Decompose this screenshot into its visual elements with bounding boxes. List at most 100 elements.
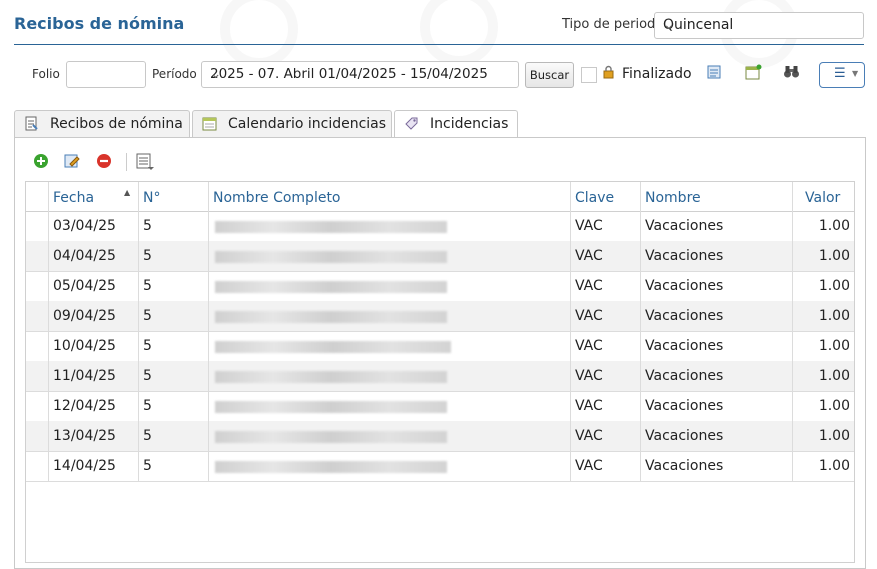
column-header-num[interactable]: N°	[143, 190, 160, 206]
column-header-nombre[interactable]: Nombre	[645, 190, 701, 206]
cell-valor: 1.00	[818, 218, 850, 234]
cell-fecha: 09/04/25	[53, 308, 116, 324]
tab-recibos[interactable]: Recibos de nómina	[14, 110, 190, 137]
list-icon: ☰	[834, 66, 846, 81]
redacted-name	[215, 281, 447, 293]
cell-nombre: Vacaciones	[645, 308, 724, 324]
toolbar-separator	[126, 153, 127, 171]
cell-valor: 1.00	[818, 428, 850, 444]
delete-icon[interactable]	[96, 153, 112, 173]
buscar-button[interactable]: Buscar	[525, 62, 574, 88]
page-title: Recibos de nómina	[14, 14, 185, 33]
redacted-name	[215, 401, 447, 413]
table-row[interactable]: 04/04/25 5 VAC Vacaciones 1.00	[26, 241, 854, 272]
cell-num: 5	[143, 368, 152, 384]
filter-toolbar: Folio Período 2025 - 07. Abril 01/04/202…	[14, 56, 866, 96]
cell-valor: 1.00	[818, 458, 850, 474]
sort-asc-icon: ▲	[124, 188, 131, 197]
cell-fecha: 11/04/25	[53, 368, 116, 384]
binoculars-icon[interactable]	[783, 64, 800, 83]
table-row[interactable]: 13/04/25 5 VAC Vacaciones 1.00	[26, 421, 854, 452]
tab-calendario[interactable]: Calendario incidencias	[192, 110, 392, 137]
cell-nombre: Vacaciones	[645, 368, 724, 384]
cell-fecha: 12/04/25	[53, 398, 116, 414]
columns-menu-icon[interactable]	[136, 153, 154, 175]
cell-valor: 1.00	[818, 368, 850, 384]
cell-nombre: Vacaciones	[645, 218, 724, 234]
grid-header: Fecha ▲ N° Nombre Completo Clave Nombre …	[26, 182, 854, 212]
periodo-select[interactable]: 2025 - 07. Abril 01/04/2025 - 15/04/2025…	[201, 61, 519, 88]
redacted-name	[215, 431, 447, 443]
cell-valor: 1.00	[818, 338, 850, 354]
tab-label: Incidencias	[430, 116, 509, 132]
table-row[interactable]: 11/04/25 5 VAC Vacaciones 1.00	[26, 361, 854, 392]
column-divider	[792, 182, 793, 482]
add-icon[interactable]	[33, 153, 49, 173]
cell-num: 5	[143, 398, 152, 414]
column-divider	[570, 182, 571, 482]
tipo-periodo-select[interactable]: Quincenal ⌄	[654, 12, 864, 39]
column-header-clave[interactable]: Clave	[575, 190, 614, 206]
cell-num: 5	[143, 218, 152, 234]
table-row[interactable]: 03/04/25 5 VAC Vacaciones 1.00	[26, 211, 854, 242]
table-row[interactable]: 05/04/25 5 VAC Vacaciones 1.00	[26, 271, 854, 302]
tab-label: Recibos de nómina	[50, 116, 183, 132]
cell-num: 5	[143, 278, 152, 294]
cell-nombre: Vacaciones	[645, 278, 724, 294]
table-row[interactable]: 14/04/25 5 VAC Vacaciones 1.00	[26, 451, 854, 482]
cell-fecha: 05/04/25	[53, 278, 116, 294]
calendar-add-icon[interactable]	[745, 64, 762, 84]
cell-clave: VAC	[575, 428, 603, 444]
cell-num: 5	[143, 458, 152, 474]
calendar-icon	[202, 116, 217, 135]
redacted-name	[215, 311, 447, 323]
cell-nombre: Vacaciones	[645, 338, 724, 354]
table-row[interactable]: 10/04/25 5 VAC Vacaciones 1.00	[26, 331, 854, 362]
column-divider	[640, 182, 641, 482]
cell-num: 5	[143, 248, 152, 264]
folio-input[interactable]	[66, 61, 146, 88]
cell-fecha: 04/04/25	[53, 248, 116, 264]
cell-valor: 1.00	[818, 398, 850, 414]
cell-clave: VAC	[575, 368, 603, 384]
redacted-name	[215, 221, 447, 233]
cell-nombre: Vacaciones	[645, 458, 724, 474]
redacted-name	[215, 341, 451, 353]
finalizado-checkbox[interactable]	[581, 67, 597, 83]
finalizado-label: Finalizado	[622, 66, 692, 82]
incidencias-grid: Fecha ▲ N° Nombre Completo Clave Nombre …	[25, 181, 855, 563]
cell-valor: 1.00	[818, 308, 850, 324]
export-icon[interactable]	[707, 64, 723, 84]
chevron-down-icon: ⌄	[210, 66, 222, 82]
cell-fecha: 13/04/25	[53, 428, 116, 444]
column-header-fecha[interactable]: Fecha	[53, 190, 94, 206]
cell-clave: VAC	[575, 278, 603, 294]
view-menu-button[interactable]: ☰ ▼	[819, 62, 865, 88]
tab-label: Calendario incidencias	[228, 116, 387, 132]
header-divider	[14, 44, 864, 45]
cell-valor: 1.00	[818, 278, 850, 294]
column-header-nombre-completo[interactable]: Nombre Completo	[213, 190, 341, 206]
tab-incidencias[interactable]: Incidencias	[394, 110, 518, 138]
caret-down-icon: ▼	[852, 69, 859, 78]
cell-fecha: 10/04/25	[53, 338, 116, 354]
cell-clave: VAC	[575, 338, 603, 354]
chevron-down-icon: ⌄	[663, 17, 675, 33]
folio-label: Folio	[32, 67, 60, 81]
cell-clave: VAC	[575, 458, 603, 474]
cell-clave: VAC	[575, 248, 603, 264]
edit-icon[interactable]	[64, 153, 80, 173]
cell-num: 5	[143, 338, 152, 354]
cell-num: 5	[143, 428, 152, 444]
page-header: Recibos de nómina Tipo de periodo Quince…	[0, 0, 877, 48]
redacted-name	[215, 371, 447, 383]
cell-fecha: 14/04/25	[53, 458, 116, 474]
cell-nombre: Vacaciones	[645, 428, 724, 444]
table-row[interactable]: 12/04/25 5 VAC Vacaciones 1.00	[26, 391, 854, 422]
receipt-icon	[24, 116, 39, 135]
column-divider	[208, 182, 209, 482]
table-row[interactable]: 09/04/25 5 VAC Vacaciones 1.00	[26, 301, 854, 332]
column-header-valor[interactable]: Valor	[805, 190, 840, 206]
lock-icon	[603, 65, 614, 83]
cell-nombre: Vacaciones	[645, 398, 724, 414]
